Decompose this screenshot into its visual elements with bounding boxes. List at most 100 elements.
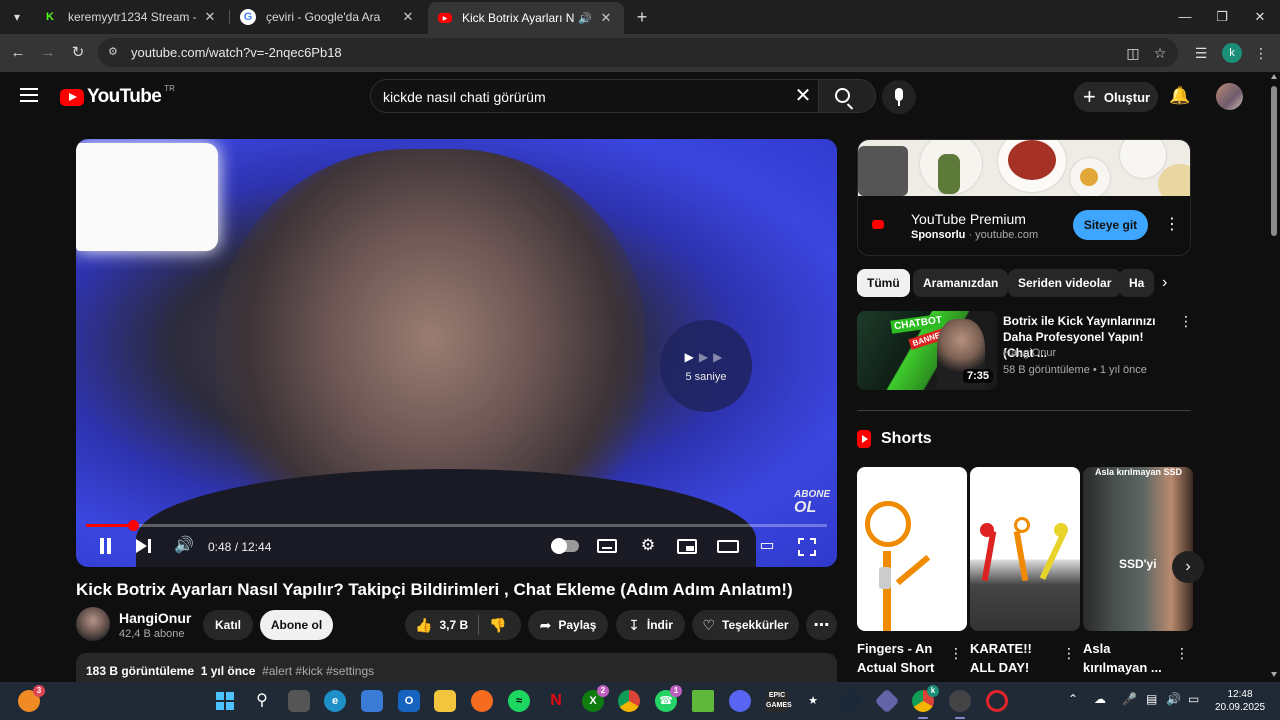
widgets-icon[interactable]: 3 — [18, 685, 45, 712]
site-settings-icon[interactable]: ⚙ — [108, 45, 122, 59]
chip-from-search[interactable]: Aramanızdan — [913, 269, 1009, 297]
spotify-icon[interactable]: ≈ — [508, 690, 530, 712]
scroll-up-arrow[interactable] — [1271, 74, 1277, 79]
chip-more[interactable]: Ha — [1119, 269, 1155, 297]
new-tab-button[interactable]: + — [632, 6, 652, 28]
recommended-channel[interactable]: HangiOnur — [1003, 347, 1056, 359]
install-app-icon[interactable]: ◫ — [1122, 42, 1144, 64]
guide-menu-icon[interactable] — [20, 88, 38, 102]
channel-avatar[interactable] — [76, 607, 110, 641]
tab-kick-stream[interactable]: K keremyytr1234 Stream - Watch ✕ — [32, 0, 228, 34]
account-avatar[interactable] — [1216, 83, 1243, 110]
cast-icon[interactable]: ▭ — [756, 536, 778, 556]
ad-title[interactable]: YouTube Premium — [911, 211, 1026, 227]
app-diamond-icon[interactable] — [874, 688, 900, 714]
onedrive-cloud-icon[interactable]: ☁ — [1094, 692, 1106, 706]
channel-watermark[interactable]: ABONE OL — [794, 489, 830, 516]
microphone-icon[interactable]: 🎤 — [1122, 692, 1137, 706]
short-more-icon[interactable]: ⋮ — [1175, 645, 1189, 662]
maximize-button[interactable]: ❐ — [1203, 0, 1241, 34]
volume-icon[interactable]: 🔊 — [174, 536, 194, 556]
page-scrollbar[interactable] — [1268, 72, 1280, 682]
task-view-icon[interactable] — [288, 690, 310, 712]
thanks-button[interactable]: ♡ Teşekkürler — [692, 610, 799, 640]
file-explorer-icon[interactable] — [434, 690, 456, 712]
obs-icon[interactable] — [949, 690, 971, 719]
edge-icon[interactable]: e — [324, 690, 346, 712]
discord-icon[interactable] — [729, 690, 751, 712]
reload-button[interactable]: ↻ — [67, 42, 89, 64]
close-tab-icon[interactable]: ✕ — [202, 9, 218, 25]
forward-button[interactable]: → — [37, 42, 59, 64]
chip-series-videos[interactable]: Seriden videolar — [1008, 269, 1122, 297]
profile-avatar[interactable]: k — [1222, 43, 1242, 63]
netflix-icon[interactable]: N — [545, 690, 567, 712]
shorts-next-arrow-icon[interactable]: › — [1172, 551, 1204, 583]
fullscreen-button[interactable] — [798, 538, 816, 556]
video-player[interactable]: ▶▶▶ 5 saniye ABONE OL 🔊 0:48 / 12:44 ⚙ ▭ — [76, 139, 837, 567]
address-bar[interactable]: ⚙ youtube.com/watch?v=-2nqec6Pb18 — [98, 38, 1178, 67]
next-video-button[interactable] — [136, 536, 152, 556]
short-item[interactable]: Fingers - An Actual Short ⋮ — [857, 467, 967, 677]
settings-gear-icon[interactable]: ⚙ — [637, 536, 659, 556]
minimize-button[interactable]: — — [1166, 0, 1204, 34]
like-thumb-icon[interactable]: 👍 — [415, 617, 432, 634]
recommended-more-icon[interactable]: ⋮ — [1179, 313, 1193, 330]
battery-icon[interactable]: ▭ — [1188, 692, 1199, 706]
outlook-icon[interactable]: O — [398, 690, 420, 712]
voice-search-button[interactable] — [882, 80, 916, 114]
pause-button[interactable] — [98, 536, 112, 556]
short-thumbnail[interactable]: Asla kırılmayan SSD SSD'yi — [1083, 467, 1193, 631]
chrome-profile-icon[interactable]: k — [912, 685, 939, 719]
join-button[interactable]: Katıl — [203, 610, 253, 640]
search-button[interactable] — [818, 79, 876, 113]
tab-search-button[interactable]: ▾ — [6, 6, 28, 28]
windows-start-icon[interactable] — [214, 690, 236, 712]
search-box[interactable]: kickde nasıl chati görürüm ✕ — [370, 79, 836, 113]
whatsapp-icon[interactable]: ☎ 1 — [655, 685, 682, 712]
youtube-logo[interactable]: YouTube TR — [60, 84, 175, 108]
subscribe-button[interactable]: Abone ol — [260, 610, 333, 640]
short-more-icon[interactable]: ⋮ — [949, 645, 963, 662]
chips-next-arrow-icon[interactable]: › — [1162, 274, 1167, 292]
epic-games-icon[interactable]: EPIC GAMES — [766, 690, 792, 712]
app-icon[interactable]: ★ — [802, 690, 824, 712]
close-tab-icon[interactable]: ✕ — [598, 10, 614, 26]
notifications-bell-icon[interactable]: 🔔 — [1168, 86, 1192, 108]
opera-gx-icon[interactable] — [986, 690, 1008, 712]
short-thumbnail[interactable] — [857, 467, 967, 631]
media-controls-icon[interactable]: ☰ — [1190, 42, 1212, 64]
network-icon[interactable]: ▤ — [1146, 692, 1157, 706]
microsoft-store-icon[interactable] — [361, 690, 383, 712]
tray-overflow-chevron-icon[interactable]: ⌃ — [1068, 692, 1078, 706]
autoplay-toggle[interactable] — [551, 538, 579, 554]
close-window-button[interactable]: ✕ — [1241, 0, 1279, 34]
short-more-icon[interactable]: ⋮ — [1062, 645, 1076, 662]
scrollbar-thumb[interactable] — [1271, 86, 1277, 236]
channel-name[interactable]: HangiOnur — [119, 610, 191, 626]
bookmark-star-icon[interactable]: ☆ — [1149, 42, 1171, 64]
short-title[interactable]: Asla kırılmayan ... — [1083, 639, 1173, 677]
chrome-icon[interactable] — [618, 690, 640, 712]
close-tab-icon[interactable]: ✕ — [400, 9, 416, 25]
miniplayer-button[interactable] — [677, 539, 697, 554]
sponsored-ad-card[interactable]: YouTube Premium Sponsorlu · youtube.com … — [857, 139, 1191, 256]
short-title[interactable]: Fingers - An Actual Short — [857, 639, 947, 677]
search-input[interactable]: kickde nasıl chati görürüm — [383, 89, 546, 105]
speaker-icon[interactable]: 🔊 — [578, 12, 592, 25]
create-button[interactable]: + Oluştur — [1074, 82, 1158, 112]
more-actions-button[interactable]: ⋯ — [806, 610, 837, 640]
volume-tray-icon[interactable]: 🔊 — [1166, 692, 1181, 706]
ad-more-icon[interactable]: ⋮ — [1164, 214, 1180, 234]
subtitles-button[interactable] — [597, 539, 617, 553]
share-button[interactable]: ➦ Paylaş — [528, 610, 608, 640]
xbox-icon[interactable]: X2 — [582, 685, 609, 712]
firefox-icon[interactable] — [471, 690, 493, 712]
progress-bar[interactable] — [86, 520, 827, 531]
short-title[interactable]: KARATE!! ALL DAY! — [970, 639, 1060, 677]
scrubber-knob[interactable] — [127, 520, 139, 531]
visit-site-button[interactable]: Siteye git — [1073, 210, 1148, 240]
theater-mode-button[interactable] — [717, 540, 739, 553]
dislike-thumb-icon[interactable]: 👎 — [489, 617, 506, 634]
short-thumbnail[interactable] — [970, 467, 1080, 631]
